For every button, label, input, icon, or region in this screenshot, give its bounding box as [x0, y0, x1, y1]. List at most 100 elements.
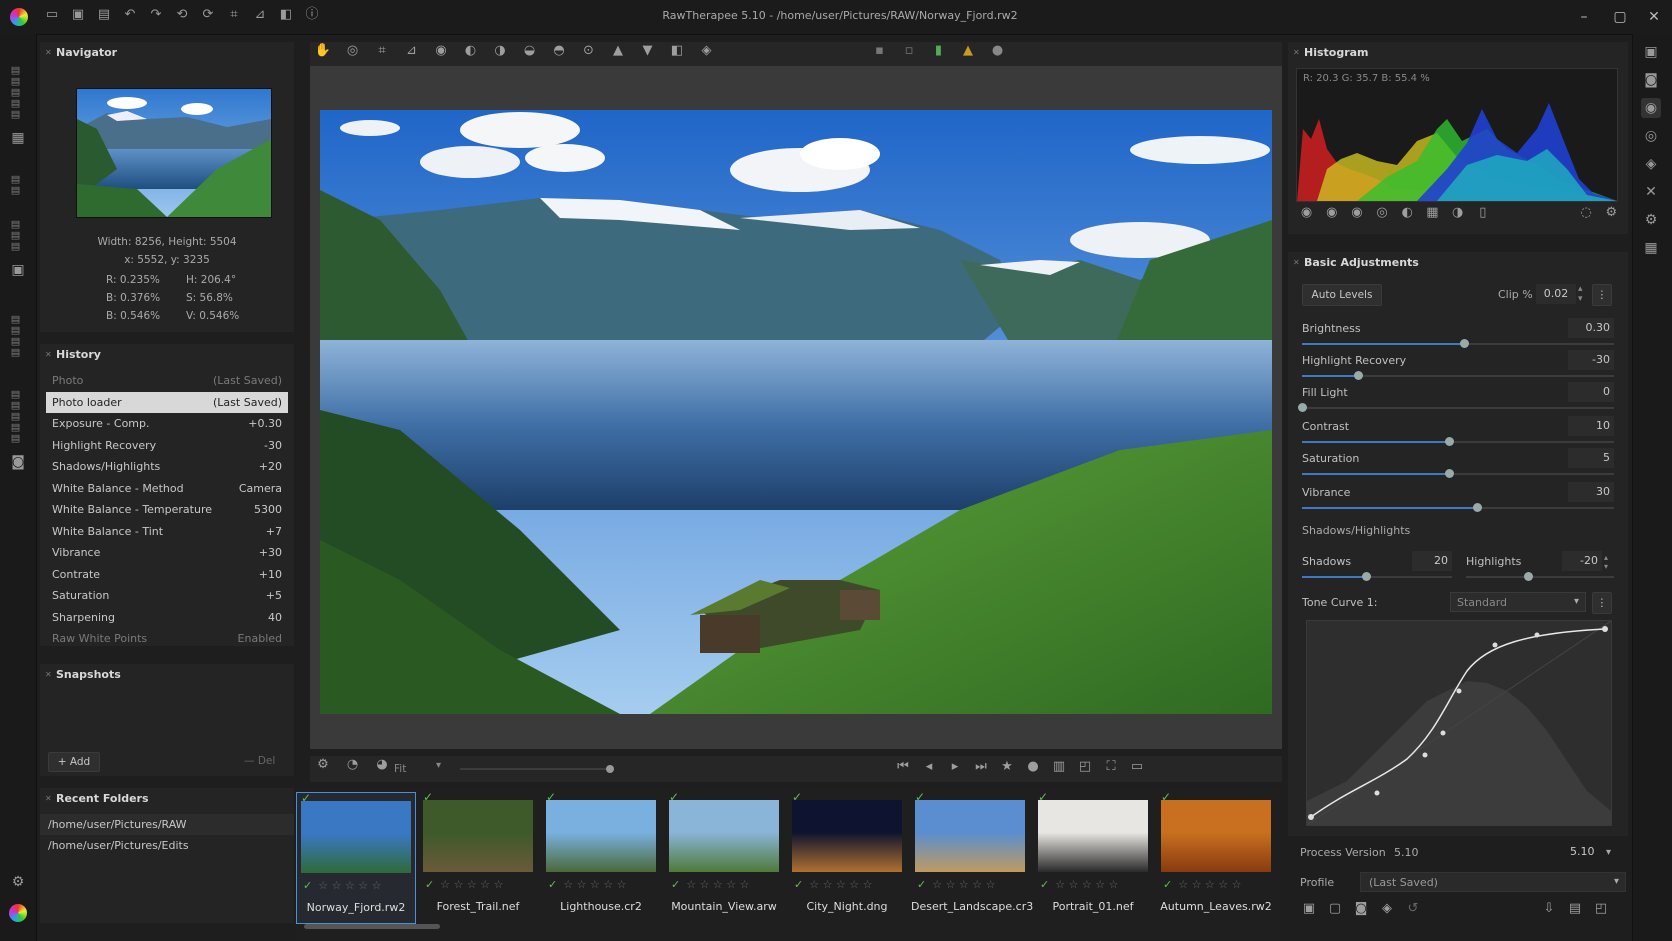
basic-adjustments-title[interactable]: Basic Adjustments: [1288, 252, 1628, 274]
slider-value-input[interactable]: -30: [1568, 350, 1614, 370]
editor-icon[interactable]: ▣: [8, 260, 28, 280]
queue-image-icon[interactable]: ▤: [1566, 900, 1584, 918]
history-item[interactable]: White Balance - Method Camera: [46, 478, 288, 500]
filmstrip-toggle-icon[interactable]: ▭: [1128, 758, 1146, 776]
crop-tool-icon[interactable]: ⌗: [373, 42, 391, 60]
raw-tab-icon[interactable]: ✕: [1641, 182, 1661, 202]
reset-profile-icon[interactable]: ↺: [1404, 900, 1422, 918]
paste-profile-icon[interactable]: ◈: [1378, 900, 1396, 918]
highlights-input[interactable]: -20: [1562, 551, 1602, 571]
camera-icon[interactable]: ◙: [8, 452, 28, 472]
clip-stepper-icon[interactable]: ▴ ▾: [1578, 284, 1583, 304]
navigator-title[interactable]: Navigator: [40, 42, 294, 64]
gear-icon[interactable]: ⚙: [314, 756, 332, 774]
wb-picker-icon[interactable]: ◎: [344, 42, 362, 60]
slider-value-input[interactable]: 5: [1568, 448, 1614, 468]
histogram-bar-icon[interactable]: ◑: [1449, 204, 1466, 222]
straighten-icon[interactable]: ⊿: [252, 7, 268, 23]
favorites-tab-icon[interactable]: ▦: [1641, 238, 1661, 258]
slider-value-input[interactable]: 0.30: [1568, 318, 1614, 338]
clipped-highlights-icon[interactable]: ▲: [609, 42, 627, 60]
clipped-shadows-icon[interactable]: ▼: [639, 42, 657, 60]
color-management-icon[interactable]: ◈: [698, 42, 716, 60]
filmstrip-thumbnail[interactable]: ✓ ✓ ☆ ☆ ☆ ☆ ☆ Norway_Fjord.rw2: [296, 791, 416, 924]
auto-levels-button[interactable]: Auto Levels: [1302, 284, 1382, 306]
prev-image-icon[interactable]: ◂: [920, 758, 938, 776]
delete-snapshot-button[interactable]: — Del: [244, 752, 288, 770]
slider-value-input[interactable]: 10: [1568, 416, 1614, 436]
about-logo-icon[interactable]: [9, 904, 27, 922]
history-title[interactable]: History: [40, 344, 294, 366]
preview-green-icon[interactable]: ◑: [491, 42, 509, 60]
next-image-icon[interactable]: ▸: [946, 758, 964, 776]
close-button[interactable]: ✕: [1640, 6, 1668, 28]
tone-curve-editor[interactable]: [1306, 620, 1612, 826]
history-item[interactable]: Raw White Points Enabled: [46, 628, 288, 650]
file-browser-tab[interactable]: ▤▤▤▤▤: [10, 40, 21, 120]
filmstrip-thumbnail[interactable]: ✓ ✓ ☆ ☆ ☆ ☆ ☆ Desert_Landscape.cr3: [911, 790, 1033, 922]
slider-track[interactable]: [1298, 403, 1614, 412]
compare-icon[interactable]: ◧: [278, 7, 294, 23]
slider-handle[interactable]: [1460, 339, 1469, 348]
external-editor-icon[interactable]: ◰: [1592, 900, 1610, 918]
filmstrip-thumbnail[interactable]: ✓ ✓ ☆ ☆ ☆ ☆ ☆ Lighthouse.cr2: [542, 790, 660, 922]
process-version-select[interactable]: 5.10 ▾: [1570, 842, 1626, 862]
highlights-stepper-icon[interactable]: ▴ ▾: [1604, 553, 1608, 571]
queue-icon[interactable]: ▤: [96, 7, 112, 23]
slider-handle[interactable]: [1445, 437, 1454, 446]
histogram-settings-icon[interactable]: ⚙: [1603, 204, 1620, 222]
trash-icon[interactable]: ▥: [1050, 758, 1068, 776]
history-item[interactable]: Photo (Last Saved): [46, 370, 288, 392]
histogram-blue-icon[interactable]: ◉: [1348, 204, 1365, 222]
tone-curve-menu-icon[interactable]: ⋮: [1592, 592, 1612, 614]
maximize-button[interactable]: ▢: [1606, 6, 1634, 28]
filmstrip-thumbnail[interactable]: ✓ ✓ ☆ ☆ ☆ ☆ ☆ Autumn_Leaves.rw2: [1157, 790, 1275, 922]
last-image-icon[interactable]: ⏭: [972, 758, 990, 776]
filmstrip-scrollbar[interactable]: [304, 924, 440, 929]
histogram-red-icon[interactable]: ◉: [1298, 204, 1315, 222]
histogram-title[interactable]: Histogram: [1288, 42, 1628, 64]
histogram-green-icon[interactable]: ◉: [1323, 204, 1340, 222]
redo-icon[interactable]: ↷: [148, 7, 164, 23]
pin-icon[interactable]: ●: [989, 42, 1007, 60]
histogram-indicator-icon[interactable]: ▯: [1474, 204, 1491, 222]
rotate-right-icon[interactable]: ⟳: [200, 7, 216, 23]
rating-stars[interactable]: ✓ ☆ ☆ ☆ ☆ ☆: [548, 878, 627, 891]
filmstrip-thumbnail[interactable]: ✓ ✓ ☆ ☆ ☆ ☆ ☆ City_Night.dng: [788, 790, 906, 922]
shadows-handle[interactable]: [1362, 572, 1371, 581]
history-item[interactable]: Exposure - Comp. +0.30: [46, 413, 288, 435]
history-item[interactable]: Contrate +10: [46, 564, 288, 586]
warning-icon[interactable]: ▲: [959, 42, 977, 60]
metadata-tab-icon[interactable]: ⚙: [1641, 210, 1661, 230]
profile-select[interactable]: (Last Saved) ▾: [1360, 872, 1626, 892]
slider-handle[interactable]: [1354, 371, 1363, 380]
recent-folders-title[interactable]: Recent Folders: [40, 788, 294, 810]
batch-tab[interactable]: ▤▤▤▤: [10, 288, 21, 358]
transform-tab-icon[interactable]: ◈: [1641, 154, 1661, 174]
history-item[interactable]: Shadows/Highlights +20: [46, 456, 288, 478]
spot-removal-icon[interactable]: ◉: [432, 42, 450, 60]
filmstrip-thumbnail[interactable]: ✓ ✓ ☆ ☆ ☆ ☆ ☆ Portrait_01.nef: [1034, 790, 1152, 922]
before-after-icon[interactable]: ◧: [668, 42, 686, 60]
color-label-icon[interactable]: ●: [1024, 758, 1042, 776]
preview-red-icon[interactable]: ◐: [462, 42, 480, 60]
copy-profile-icon[interactable]: ◙: [1352, 900, 1370, 918]
histogram-raw-icon[interactable]: ▦: [1424, 204, 1441, 222]
navigator-preview[interactable]: [76, 88, 272, 218]
slider-track[interactable]: [1302, 371, 1614, 380]
recent-folder-item[interactable]: /home/user/Pictures/RAW: [40, 814, 294, 835]
save-image-icon[interactable]: ⇩: [1540, 900, 1558, 918]
rating-stars[interactable]: ✓ ☆ ☆ ☆ ☆ ☆: [794, 878, 873, 891]
preview-luminance-icon[interactable]: ◓: [550, 42, 568, 60]
history-item[interactable]: Photo loader (Last Saved): [46, 391, 288, 413]
rotate-left-icon[interactable]: ⟲: [174, 7, 190, 23]
rating-stars[interactable]: ✓ ☆ ☆ ☆ ☆ ☆: [303, 879, 382, 892]
clip-input[interactable]: 0.02: [1536, 284, 1576, 304]
snapshots-title[interactable]: Snapshots: [40, 664, 294, 686]
undo-icon[interactable]: ↶: [122, 7, 138, 23]
history-item[interactable]: Sharpening 40: [46, 607, 288, 629]
history-item[interactable]: Saturation +5: [46, 585, 288, 607]
crop-icon[interactable]: ⌗: [226, 7, 242, 23]
zoom-out-icon[interactable]: ◔: [344, 756, 362, 774]
fullscreen-icon[interactable]: ⛶: [1102, 758, 1120, 776]
